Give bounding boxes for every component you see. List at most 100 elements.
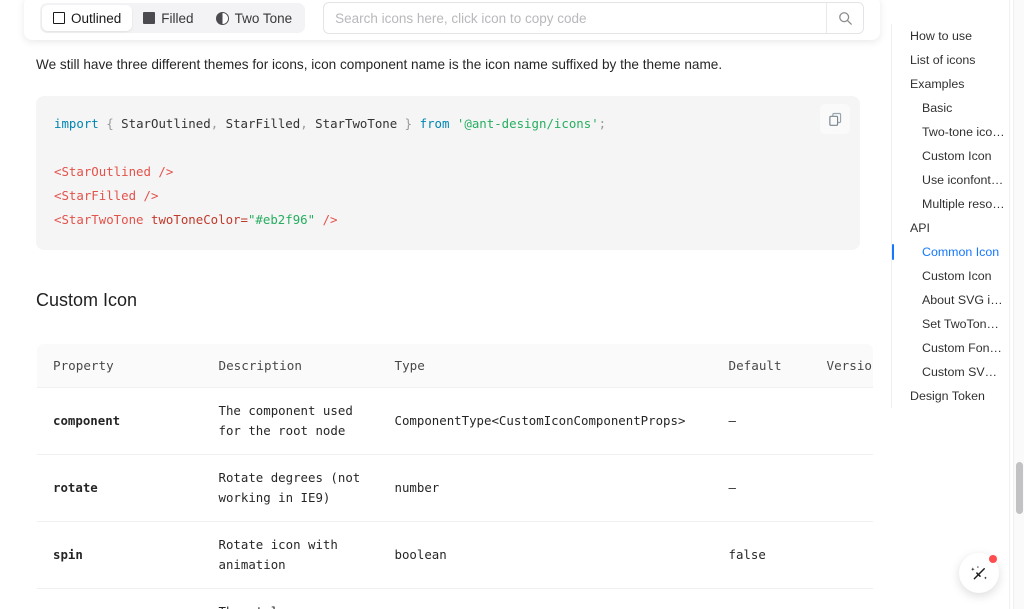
code-token: <StarTwoTone xyxy=(54,212,151,227)
anchor-item-use-iconfont-cn[interactable]: Use iconfont.cn xyxy=(892,168,1009,192)
anchor-item-label: List of icons xyxy=(910,53,975,67)
column-header-property: Property xyxy=(37,344,203,388)
search-input[interactable] xyxy=(324,3,826,33)
anchor-item-label: Examples xyxy=(910,77,964,91)
cell-default: – xyxy=(713,388,811,455)
anchor-navigation: How to use List of icons Examples Basic Two-… xyxy=(891,24,1009,408)
anchor-item-design-token[interactable]: Design Token xyxy=(892,384,1009,408)
cell-description: The component used for the root node xyxy=(203,388,379,455)
anchor-item-multiple-resourc[interactable]: Multiple resourc... xyxy=(892,192,1009,216)
code-token: , xyxy=(300,116,307,131)
anchor-item-basic[interactable]: Basic xyxy=(892,96,1009,120)
table-row: styleThe style properties of icon, like … xyxy=(37,589,874,609)
intro-paragraph: We still have three different themes for… xyxy=(36,54,860,76)
code-token: StarTwoTone xyxy=(308,116,405,131)
cell-version xyxy=(811,388,874,455)
page-scrollbar-track[interactable] xyxy=(1013,0,1024,609)
code-token: from xyxy=(420,116,450,131)
column-header-version: Version xyxy=(811,344,874,388)
icon-search-box[interactable] xyxy=(323,2,864,34)
theme-segment-label: Filled xyxy=(161,11,193,26)
theme-segment-label: Two Tone xyxy=(235,11,293,26)
code-token: import xyxy=(54,116,99,131)
ai-assistant-fab[interactable] xyxy=(959,553,999,593)
cell-property: rotate xyxy=(37,455,203,522)
anchor-item-label: Custom Icon xyxy=(922,269,992,283)
anchor-item-list-of-icons[interactable]: List of icons xyxy=(892,48,1009,72)
anchor-item-examples[interactable]: Examples xyxy=(892,72,1009,96)
anchor-item-custom-font-icon[interactable]: Custom Font Icon xyxy=(892,336,1009,360)
anchor-item-custom-svg-icon[interactable]: Custom SVG Icon xyxy=(892,360,1009,384)
anchor-item-two-tone-icon-a[interactable]: Two-tone icon a... xyxy=(892,120,1009,144)
anchor-item-label: Use iconfont.cn xyxy=(922,173,1007,187)
anchor-item-label: Custom SVG Icon xyxy=(922,365,1009,379)
code-token xyxy=(449,116,456,131)
code-token xyxy=(412,116,419,131)
column-header-type: Type xyxy=(379,344,713,388)
code-line: <StarTwoTone twoToneColor="#eb2f96" /> xyxy=(54,208,842,232)
viewport-divider xyxy=(1009,0,1010,609)
search-button[interactable] xyxy=(826,3,863,33)
copy-code-button[interactable] xyxy=(820,104,850,134)
cell-default: – xyxy=(713,589,811,609)
theme-segmented-control[interactable]: Outlined Filled Two Tone xyxy=(40,3,305,33)
cell-version xyxy=(811,455,874,522)
main-content: We still have three different themes for… xyxy=(0,44,896,609)
table-body: componentThe component used for the root… xyxy=(37,388,874,609)
anchor-item-label: Custom Font Icon xyxy=(922,341,1009,355)
page-scrollbar-thumb[interactable] xyxy=(1016,462,1023,514)
anchor-item-about-svg-icons[interactable]: About SVG icons xyxy=(892,288,1009,312)
table-row: spinRotate icon with animationbooleanfal… xyxy=(37,522,874,589)
notification-badge-dot xyxy=(989,555,997,563)
code-token: /> xyxy=(315,212,337,227)
cell-type: ComponentType<CustomIconComponentProps> xyxy=(379,388,713,455)
table-row: componentThe component used for the root… xyxy=(37,388,874,455)
api-properties-table: Property Description Type Default Versio… xyxy=(36,343,874,609)
code-token: "#eb2f96" xyxy=(248,212,315,227)
code-token: twoToneColor= xyxy=(151,212,248,227)
code-line: import { StarOutlined, StarFilled, StarT… xyxy=(54,112,842,136)
table-header: Property Description Type Default Versio… xyxy=(37,344,874,388)
code-token: { xyxy=(106,116,113,131)
anchor-item-label: Set TwoTone Color xyxy=(922,317,1009,331)
page-title: Custom Icon xyxy=(36,290,860,311)
magic-wand-icon xyxy=(969,563,990,584)
anchor-item-api[interactable]: API xyxy=(892,216,1009,240)
cell-property: style xyxy=(37,589,203,609)
anchor-item-custom-icon[interactable]: Custom Icon xyxy=(892,264,1009,288)
table-row: rotateRotate degrees (not working in IE9… xyxy=(37,455,874,522)
code-line: <StarOutlined /> xyxy=(54,160,842,184)
theme-segment-two-tone[interactable]: Two Tone xyxy=(205,5,304,31)
cell-version xyxy=(811,522,874,589)
cell-default: – xyxy=(713,455,811,522)
column-header-description: Description xyxy=(203,344,379,388)
anchor-item-label: About SVG icons xyxy=(922,293,1009,307)
code-token: StarFilled xyxy=(218,116,300,131)
anchor-item-label: Basic xyxy=(922,101,952,115)
anchor-item-label: Common Icon xyxy=(922,245,999,259)
anchor-item-label: Multiple resourc... xyxy=(922,197,1009,211)
code-blank-line xyxy=(54,136,842,160)
cell-default: false xyxy=(713,522,811,589)
code-token: <StarOutlined /> xyxy=(54,164,173,179)
cell-type: boolean xyxy=(379,522,713,589)
anchor-active-indicator xyxy=(892,244,894,260)
anchor-item-label: API xyxy=(910,221,930,235)
theme-segment-outlined[interactable]: Outlined xyxy=(42,5,132,31)
cell-type: number xyxy=(379,455,713,522)
anchor-item-label: Two-tone icon a... xyxy=(922,125,1009,139)
code-token: StarOutlined xyxy=(114,116,211,131)
anchor-item-custom-icon[interactable]: Custom Icon xyxy=(892,144,1009,168)
theme-segment-filled[interactable]: Filled xyxy=(132,5,204,31)
cell-description: Rotate degrees (not working in IE9) xyxy=(203,455,379,522)
anchor-item-common-icon[interactable]: Common Icon xyxy=(892,240,1009,264)
cell-version xyxy=(811,589,874,609)
anchor-item-set-twotone-color[interactable]: Set TwoTone Color xyxy=(892,312,1009,336)
square-filled-icon xyxy=(143,12,155,24)
anchor-item-how-to-use[interactable]: How to use xyxy=(892,24,1009,48)
table-header-row: Property Description Type Default Versio… xyxy=(37,344,874,388)
anchor-item-label: How to use xyxy=(910,29,972,43)
search-icon xyxy=(838,11,853,26)
icon-search-header: Outlined Filled Two Tone xyxy=(24,0,880,40)
theme-segment-label: Outlined xyxy=(71,11,121,26)
